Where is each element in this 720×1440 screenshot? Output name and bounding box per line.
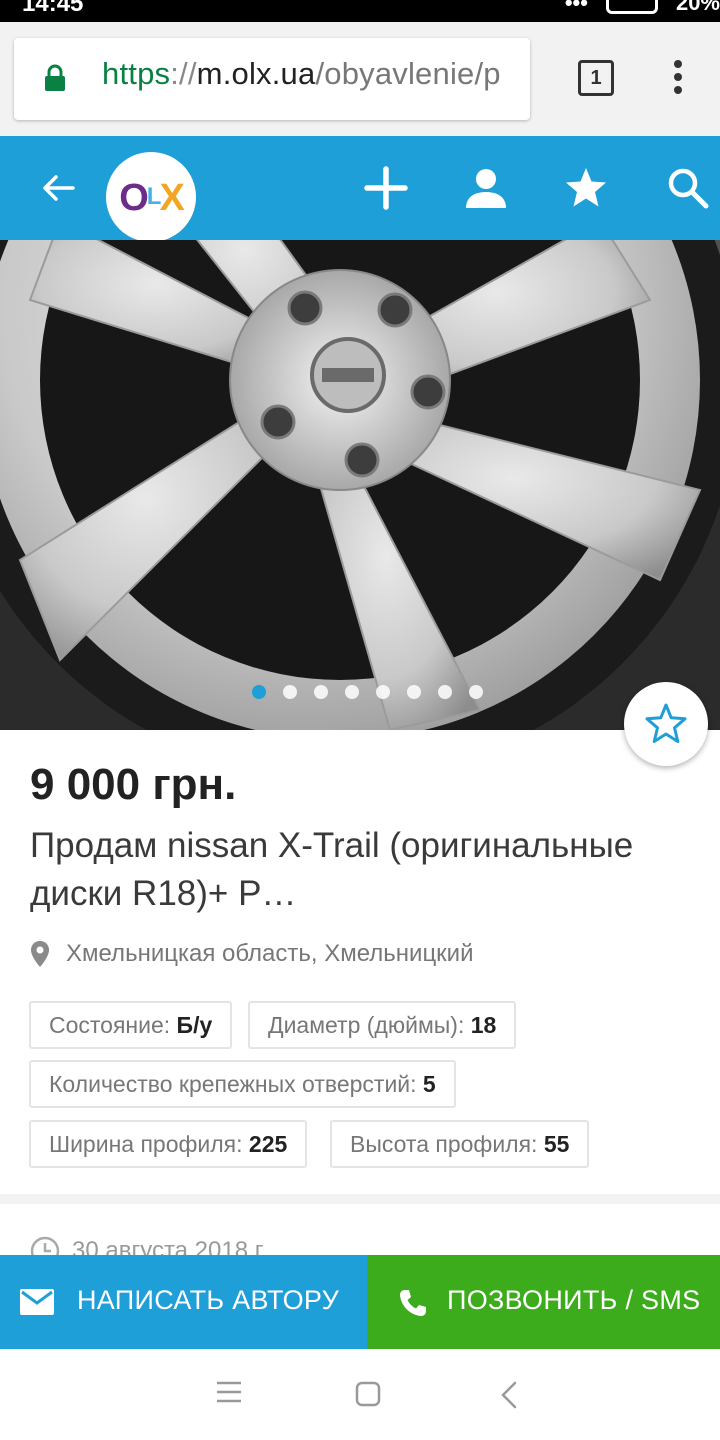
user-icon[interactable] xyxy=(464,166,508,210)
envelope-icon xyxy=(20,1289,54,1315)
gallery-dot[interactable] xyxy=(376,685,390,699)
phone-icon xyxy=(400,1290,426,1316)
home-icon[interactable] xyxy=(355,1381,381,1407)
plus-icon[interactable] xyxy=(364,166,408,210)
write-author-label: НАПИСАТЬ АВТОРУ xyxy=(77,1285,340,1315)
param-label: Ширина профиля: xyxy=(49,1131,249,1157)
param-diameter: Диаметр (дюймы): 18 xyxy=(248,1001,517,1049)
param-bolt-holes: Количество крепежных отверстий: 5 xyxy=(29,1060,456,1108)
param-value: Б/у xyxy=(176,1012,213,1038)
site-header: OLX xyxy=(0,136,720,242)
star-icon[interactable] xyxy=(564,166,608,210)
write-author-button[interactable]: НАПИСАТЬ АВТОРУ xyxy=(0,1255,367,1349)
lock-icon xyxy=(45,64,65,91)
url-host: m.olx.ua xyxy=(196,56,316,91)
gallery-dot[interactable] xyxy=(407,685,421,699)
param-value: 225 xyxy=(248,1131,288,1157)
gallery-dot[interactable] xyxy=(314,685,328,699)
listing-location: Хмельницкая область, Хмельницкий xyxy=(30,940,474,968)
url-text: https://m.olx.ua/obyavlenie/p xyxy=(102,56,501,92)
logo-letter-l: L xyxy=(146,183,162,210)
logo-letter-x: X xyxy=(159,177,184,219)
signal-icon: ••• xyxy=(564,0,588,15)
search-icon[interactable] xyxy=(666,166,710,210)
listing-photo[interactable] xyxy=(0,240,720,730)
gallery-indicator xyxy=(252,685,483,699)
back-icon[interactable] xyxy=(500,1381,518,1409)
param-profile-height: Высота профиля: 55 xyxy=(330,1120,590,1168)
param-profile-width: Ширина профиля: 225 xyxy=(29,1120,308,1168)
url-separator: :// xyxy=(170,56,197,91)
status-bar: 14:45 ••• 20% xyxy=(0,0,720,22)
battery-percent: 20% xyxy=(675,0,720,15)
browser-toolbar: https://m.olx.ua/obyavlenie/p 1 xyxy=(0,22,720,136)
param-label: Количество крепежных отверстий: xyxy=(49,1071,423,1097)
gallery-dot[interactable] xyxy=(252,685,266,699)
param-value: 5 xyxy=(422,1071,436,1097)
call-sms-label: ПОЗВОНИТЬ / SMS xyxy=(447,1285,701,1315)
star-outline-icon xyxy=(645,703,687,743)
status-time: 14:45 xyxy=(22,0,84,17)
add-to-favorites-button[interactable] xyxy=(624,682,708,766)
call-sms-button[interactable]: ПОЗВОНИТЬ / SMS xyxy=(367,1255,720,1349)
tab-switcher-button[interactable]: 1 xyxy=(578,60,614,96)
param-label: Диаметр (дюймы): xyxy=(268,1012,471,1038)
battery-icon xyxy=(605,0,658,14)
param-label: Состояние: xyxy=(49,1012,177,1038)
param-condition: Состояние: Б/у xyxy=(29,1001,233,1049)
gallery-dot[interactable] xyxy=(438,685,452,699)
url-scheme: https xyxy=(102,56,171,91)
url-path: /obyavlenie/p xyxy=(315,56,501,91)
gallery-dot[interactable] xyxy=(283,685,297,699)
param-value: 55 xyxy=(543,1131,570,1157)
back-arrow-icon[interactable] xyxy=(40,170,76,206)
browser-menu-icon[interactable] xyxy=(664,60,692,100)
address-bar[interactable]: https://m.olx.ua/obyavlenie/p xyxy=(14,38,530,120)
gallery-dot[interactable] xyxy=(345,685,359,699)
listing-title: Продам nissan X-Trail (оригинальные диск… xyxy=(30,826,634,913)
section-divider xyxy=(0,1194,720,1204)
gallery-dot[interactable] xyxy=(469,685,483,699)
location-text: Хмельницкая область, Хмельницкий xyxy=(66,940,474,967)
status-icons: ••• 20% xyxy=(565,0,720,16)
wheel-image xyxy=(0,240,720,730)
recents-menu-icon[interactable] xyxy=(217,1381,241,1403)
logo-letter-o: O xyxy=(119,177,149,219)
olx-logo[interactable]: OLX xyxy=(106,152,196,242)
location-pin-icon xyxy=(31,941,49,967)
page: 14:45 ••• 20% https://m.olx.ua/obyavleni… xyxy=(0,0,720,1440)
listing-price: 9 000 грн. xyxy=(30,760,237,809)
system-nav-bar xyxy=(0,1349,720,1440)
param-value: 18 xyxy=(470,1012,497,1038)
param-label: Высота профиля: xyxy=(350,1131,544,1157)
